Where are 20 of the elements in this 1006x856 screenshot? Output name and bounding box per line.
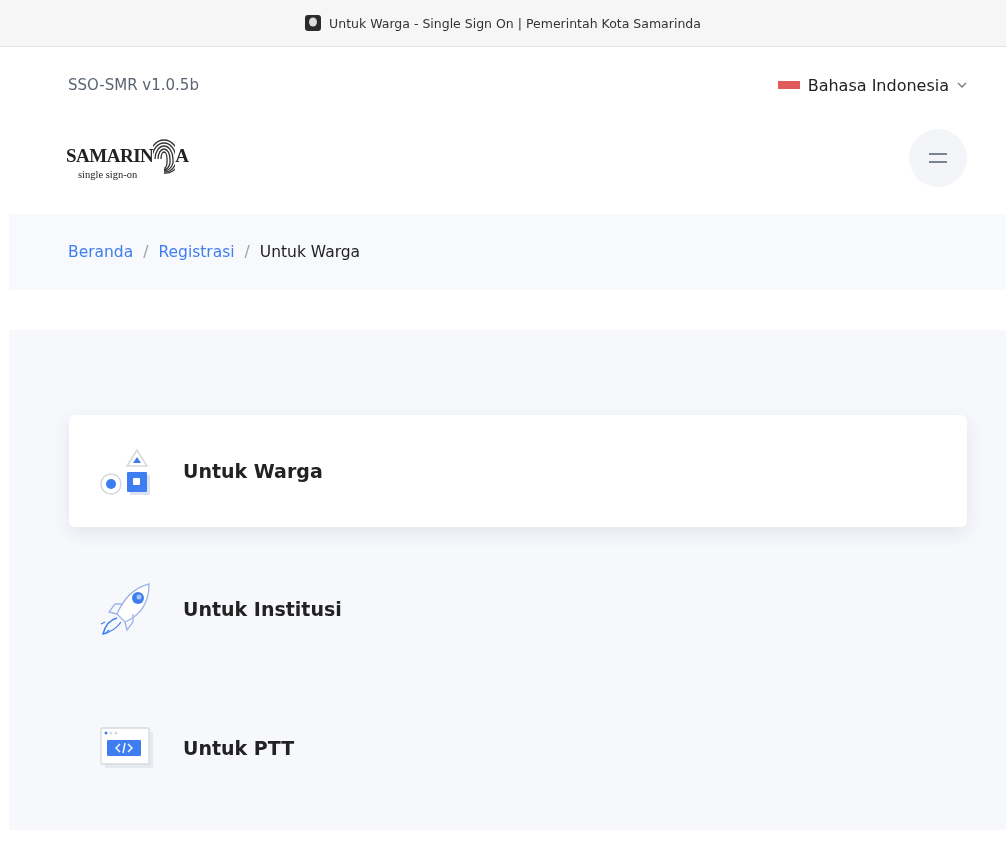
version-label: SSO-SMR v1.0.5b <box>68 76 199 94</box>
flag-icon <box>777 81 800 89</box>
breadcrumb-link[interactable]: Beranda <box>68 243 134 261</box>
breadcrumb-separator: / <box>244 243 250 261</box>
fingerprint-icon <box>153 136 176 175</box>
breadcrumb-current: Untuk Warga <box>259 243 361 261</box>
logo-wordmark: SAMARIN <box>66 144 154 167</box>
registration-option[interactable]: Untuk PTT <box>69 691 967 804</box>
menu-icon <box>929 153 947 163</box>
chevron-down-icon <box>957 82 967 88</box>
breadcrumb-link[interactable]: Registrasi <box>158 243 235 261</box>
logo-tagline: single sign-on <box>78 168 138 180</box>
registration-option[interactable]: Untuk Warga <box>69 415 967 528</box>
code-window-icon <box>99 725 155 770</box>
language-selector[interactable]: Bahasa Indonesia <box>777 75 967 95</box>
site-favicon <box>305 15 322 31</box>
registration-option[interactable]: Untuk Institusi <box>69 553 967 666</box>
logo-wordmark: A <box>175 144 189 167</box>
breadcrumb-separator: / <box>143 243 149 261</box>
window-title: Untuk Warga - Single Sign On | Pemerintah Kota Samarinda <box>329 15 701 31</box>
